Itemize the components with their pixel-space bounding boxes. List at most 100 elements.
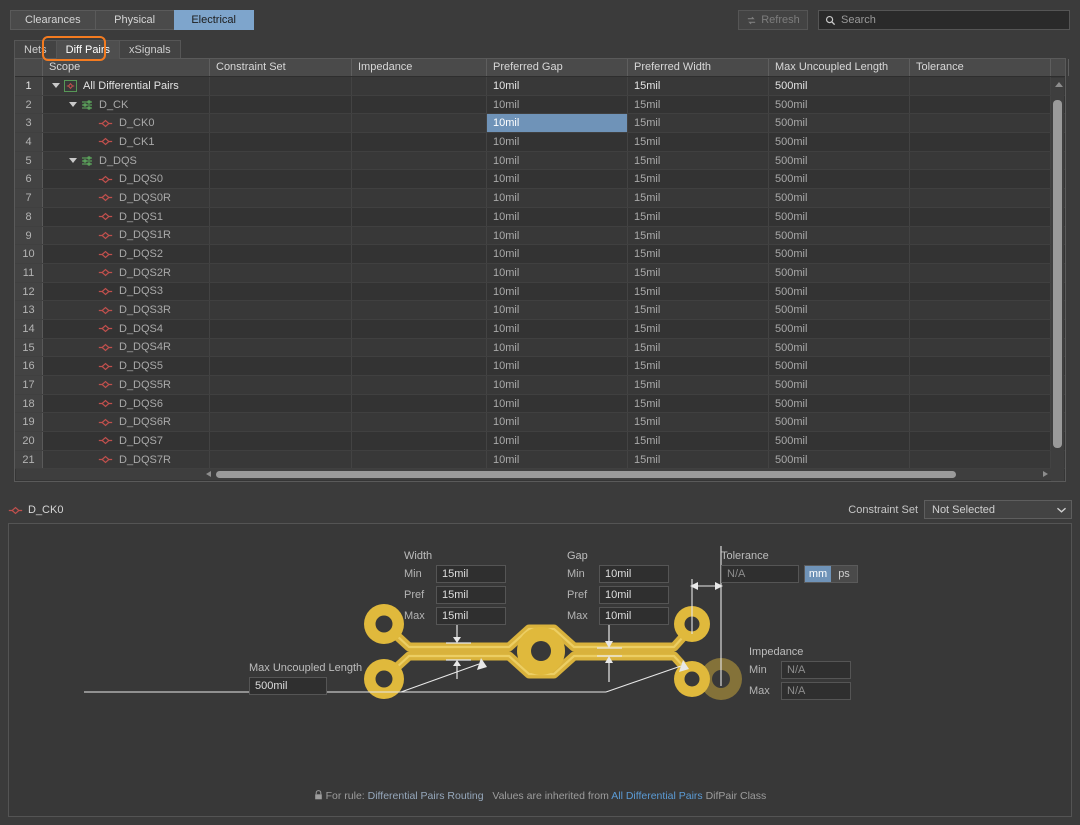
table-row[interactable]: 17 D_DQS5R 10mil 15mil 500mil xyxy=(15,376,1065,395)
row-number-cell[interactable]: 20 xyxy=(15,432,43,450)
tolerance-cell[interactable] xyxy=(910,133,1051,151)
scroll-left-arrow-icon[interactable] xyxy=(206,471,211,477)
tolerance-unit-mm[interactable]: mm xyxy=(805,566,831,582)
constraint-set-cell[interactable] xyxy=(210,245,352,263)
table-row[interactable]: 3 D_CK0 10mil 15mil 500mil xyxy=(15,114,1065,134)
row-number-cell[interactable]: 13 xyxy=(15,301,43,319)
gap-cell[interactable]: 10mil xyxy=(487,77,628,95)
width-cell[interactable]: 15mil xyxy=(628,301,769,319)
table-row[interactable]: 19 D_DQS6R 10mil 15mil 500mil xyxy=(15,413,1065,433)
table-row[interactable]: 9 D_DQS1R 10mil 15mil 500mil xyxy=(15,226,1065,246)
gap-cell[interactable]: 10mil xyxy=(487,189,628,207)
constraint-set-cell[interactable] xyxy=(210,263,352,282)
gap-min-input[interactable]: 10mil xyxy=(599,565,669,583)
table-row[interactable]: 5 D_DQS 10mil 15mil 500mil xyxy=(15,151,1065,171)
gap-cell[interactable]: 10mil xyxy=(487,226,628,245)
row-number-cell[interactable]: 7 xyxy=(15,189,43,207)
row-number-cell[interactable]: 19 xyxy=(15,413,43,432)
expand-collapse-twisty-icon[interactable] xyxy=(69,156,78,165)
tolerance-cell[interactable] xyxy=(910,170,1051,189)
scope-cell[interactable]: D_DQS2R xyxy=(43,263,210,282)
tolerance-cell[interactable] xyxy=(910,151,1051,170)
row-number-cell[interactable]: 15 xyxy=(15,338,43,357)
tolerance-cell[interactable] xyxy=(910,95,1051,114)
max-uncoupled-cell[interactable]: 500mil xyxy=(769,301,910,319)
scope-cell[interactable]: D_DQS6 xyxy=(43,394,210,413)
constraint-set-cell[interactable] xyxy=(210,338,352,357)
main-tab-electrical[interactable]: Electrical xyxy=(173,10,254,30)
table-row[interactable]: 11 D_DQS2R 10mil 15mil 500mil xyxy=(15,263,1065,283)
tolerance-cell[interactable] xyxy=(910,450,1051,469)
table-row[interactable]: 8 D_DQS1 10mil 15mil 500mil xyxy=(15,207,1065,227)
table-row[interactable]: 14 D_DQS4 10mil 15mil 500mil xyxy=(15,319,1065,339)
tolerance-cell[interactable] xyxy=(910,189,1051,207)
impedance-cell[interactable] xyxy=(352,282,487,301)
sub-tab-diff-pairs[interactable]: Diff Pairs xyxy=(55,40,121,59)
max-uncoupled-cell[interactable]: 500mil xyxy=(769,114,910,133)
scope-cell[interactable]: D_DQS5R xyxy=(43,376,210,394)
width-pref-input[interactable]: 15mil xyxy=(436,586,506,604)
width-cell[interactable]: 15mil xyxy=(628,189,769,207)
impedance-cell[interactable] xyxy=(352,114,487,133)
tolerance-cell[interactable] xyxy=(910,394,1051,413)
column-header-impedance[interactable]: Impedance xyxy=(352,59,487,76)
table-row[interactable]: 18 D_DQS6 10mil 15mil 500mil xyxy=(15,394,1065,414)
constraint-set-cell[interactable] xyxy=(210,151,352,170)
width-cell[interactable]: 15mil xyxy=(628,263,769,282)
impedance-cell[interactable] xyxy=(352,245,487,263)
impedance-cell[interactable] xyxy=(352,226,487,245)
width-cell[interactable]: 15mil xyxy=(628,226,769,245)
max-uncoupled-cell[interactable]: 500mil xyxy=(769,95,910,114)
tolerance-unit-ps[interactable]: ps xyxy=(831,566,857,582)
max-uncoupled-cell[interactable]: 500mil xyxy=(769,394,910,413)
constraint-set-cell[interactable] xyxy=(210,207,352,226)
column-header-blank-8[interactable] xyxy=(1051,59,1069,76)
row-number-cell[interactable]: 10 xyxy=(15,245,43,263)
impedance-cell[interactable] xyxy=(352,263,487,282)
gap-cell[interactable]: 10mil xyxy=(487,394,628,413)
constraint-set-cell[interactable] xyxy=(210,301,352,319)
width-cell[interactable]: 15mil xyxy=(628,282,769,301)
max-uncoupled-cell[interactable]: 500mil xyxy=(769,413,910,432)
column-header-preferred-gap[interactable]: Preferred Gap xyxy=(487,59,628,76)
tolerance-cell[interactable] xyxy=(910,301,1051,319)
table-row[interactable]: 13 D_DQS3R 10mil 15mil 500mil xyxy=(15,301,1065,320)
gap-cell[interactable]: 10mil xyxy=(487,450,628,469)
max-uncoupled-cell[interactable]: 500mil xyxy=(769,263,910,282)
impedance-cell[interactable] xyxy=(352,133,487,151)
width-cell[interactable]: 15mil xyxy=(628,413,769,432)
expand-collapse-twisty-icon[interactable] xyxy=(52,81,61,90)
tolerance-cell[interactable] xyxy=(910,319,1051,338)
gap-cell[interactable]: 10mil xyxy=(487,413,628,432)
scope-cell[interactable]: D_DQS xyxy=(43,151,210,170)
max-uncoupled-cell[interactable]: 500mil xyxy=(769,282,910,301)
impedance-cell[interactable] xyxy=(352,151,487,170)
constraint-set-cell[interactable] xyxy=(210,133,352,151)
row-number-cell[interactable]: 5 xyxy=(15,151,43,170)
impedance-cell[interactable] xyxy=(352,432,487,450)
gap-cell[interactable]: 10mil xyxy=(487,432,628,450)
tolerance-cell[interactable] xyxy=(910,413,1051,432)
scope-cell[interactable]: D_DQS3R xyxy=(43,301,210,319)
width-max-input[interactable]: 15mil xyxy=(436,607,506,625)
impedance-max-input[interactable]: N/A xyxy=(781,682,851,700)
table-row[interactable]: 16 D_DQS5 10mil 15mil 500mil xyxy=(15,357,1065,376)
gap-cell[interactable]: 10mil xyxy=(487,151,628,170)
max-uncoupled-cell[interactable]: 500mil xyxy=(769,338,910,357)
impedance-cell[interactable] xyxy=(352,170,487,189)
impedance-cell[interactable] xyxy=(352,95,487,114)
width-min-input[interactable]: 15mil xyxy=(436,565,506,583)
gap-cell[interactable]: 10mil xyxy=(487,282,628,301)
scope-cell[interactable]: D_DQS2 xyxy=(43,245,210,263)
column-header-constraint-set[interactable]: Constraint Set xyxy=(210,59,352,76)
tolerance-cell[interactable] xyxy=(910,77,1051,95)
scope-cell[interactable]: D_DQS7 xyxy=(43,432,210,450)
tolerance-cell[interactable] xyxy=(910,207,1051,226)
row-number-cell[interactable]: 12 xyxy=(15,282,43,301)
main-tab-clearances[interactable]: Clearances xyxy=(10,10,96,30)
gap-cell[interactable]: 10mil xyxy=(487,338,628,357)
impedance-cell[interactable] xyxy=(352,301,487,319)
scope-cell[interactable]: D_DQS7R xyxy=(43,450,210,469)
max-uncoupled-cell[interactable]: 500mil xyxy=(769,226,910,245)
constraint-set-cell[interactable] xyxy=(210,226,352,245)
